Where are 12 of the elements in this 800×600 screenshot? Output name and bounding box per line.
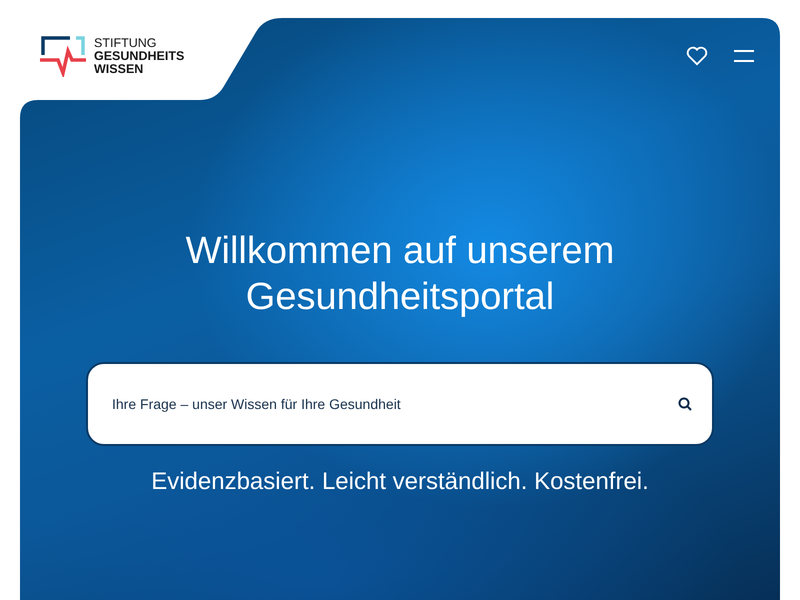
- tagline: Evidenzbasiert. Leicht verständlich. Kostenfrei.: [151, 468, 649, 496]
- menu-button[interactable]: [734, 50, 754, 62]
- search-field[interactable]: Ihre Frage – unser Wissen für Ihre Gesundheit: [86, 362, 714, 446]
- hero-title: Willkommen auf unserem Gesundheitsportal: [186, 229, 614, 320]
- heart-icon: [686, 46, 708, 66]
- menu-icon: [734, 50, 754, 62]
- search-icon[interactable]: [678, 397, 692, 411]
- logo-text: STIFTUNG: [94, 36, 158, 50]
- favorites-button[interactable]: [686, 46, 708, 66]
- logo-icon: [40, 35, 86, 77]
- logo-text: GESUNDHEITS: [94, 50, 184, 62]
- logo-text: WISSEN: [94, 62, 144, 76]
